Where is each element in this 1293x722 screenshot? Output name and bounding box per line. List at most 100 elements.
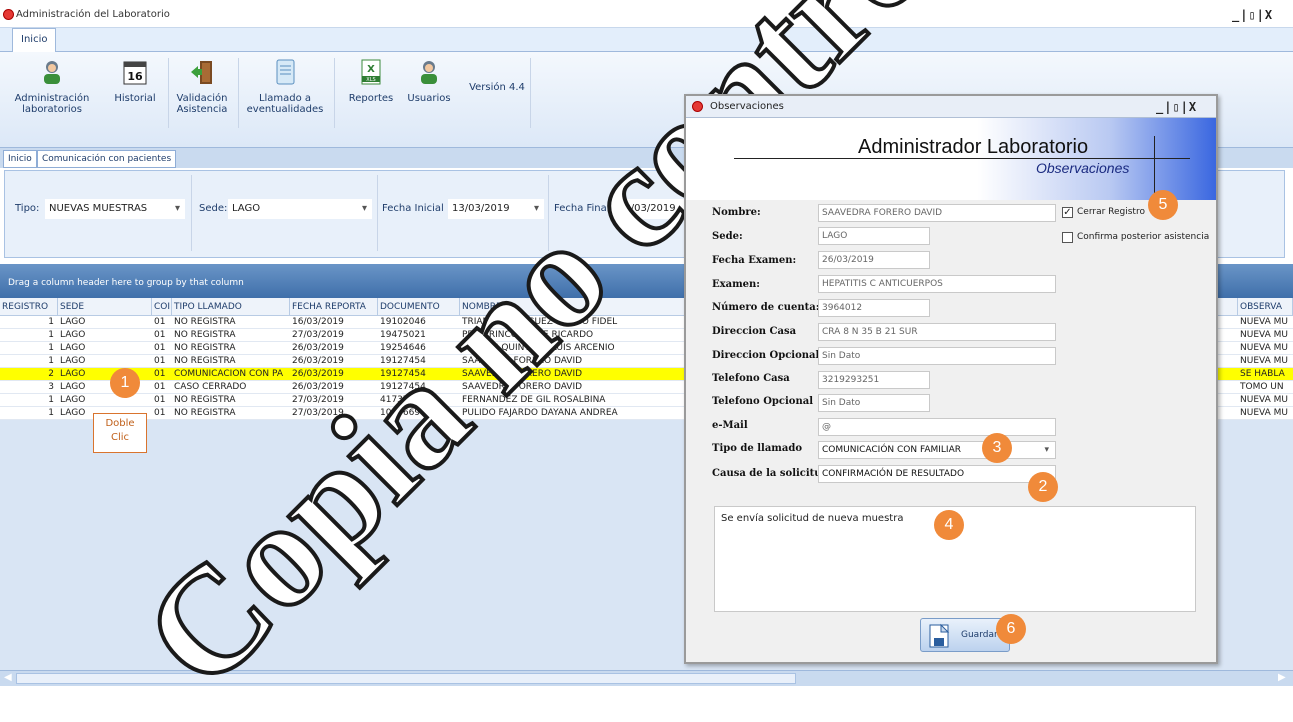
- table-cell: 27/03/2019: [292, 395, 344, 405]
- tab-inicio-doc[interactable]: Inicio: [3, 150, 37, 168]
- nombre-label: Nombre:: [712, 207, 761, 218]
- window-controls[interactable]: _|▯|X: [1232, 8, 1273, 22]
- dialog-window-controls[interactable]: _|▯|X: [1156, 100, 1197, 114]
- doble-label: Doble: [105, 418, 135, 429]
- excel-icon: X XLS: [361, 59, 381, 85]
- validacion-button[interactable]: Validación Asistencia: [172, 58, 232, 115]
- validacion-label2: Asistencia: [176, 104, 228, 115]
- step-badge-1: 1: [110, 368, 140, 398]
- table-cell: 01: [154, 408, 166, 418]
- email-field[interactable]: @: [818, 418, 1056, 436]
- table-cell: LAGO: [60, 343, 86, 353]
- column-header[interactable]: FECHA REPORTA: [290, 298, 378, 316]
- table-cell: 27/03/2019: [292, 330, 344, 340]
- sede-field-label: Sede:: [712, 231, 743, 242]
- table-cell: 1028669783: [380, 408, 438, 418]
- save-disk-icon: [929, 623, 950, 648]
- fecha-examen-label: Fecha Examen:: [712, 255, 797, 266]
- historial-label1: Historial: [114, 93, 156, 104]
- reportes-button[interactable]: X XLS Reportes: [344, 58, 398, 104]
- horizontal-scrollbar[interactable]: ◀ ▶: [0, 670, 1293, 686]
- telefono-opcional-field[interactable]: Sin Dato: [818, 394, 930, 412]
- ribbon-separator: [334, 58, 335, 128]
- column-header[interactable]: SEDE: [58, 298, 152, 316]
- ribbon-separator: [238, 58, 239, 128]
- tipo-select[interactable]: NUEVAS MUESTRAS ▾: [45, 199, 185, 219]
- scroll-right-icon[interactable]: ▶: [1278, 672, 1286, 683]
- sede-field[interactable]: LAGO: [818, 227, 930, 245]
- direccion-casa-field[interactable]: CRA 8 N 35 B 21 SUR: [818, 323, 1056, 341]
- direccion-opcional-field[interactable]: Sin Dato: [818, 347, 1056, 365]
- telefono-casa-field[interactable]: 3219293251: [818, 371, 930, 389]
- table-cell: NO REGISTRA: [174, 343, 236, 353]
- dialog-titlebar: Observaciones _|▯|X: [686, 96, 1216, 118]
- cerrar-registro-checkbox[interactable]: ✓: [1062, 207, 1073, 218]
- tab-inicio[interactable]: Inicio: [12, 28, 57, 52]
- examen-field[interactable]: HEPATITIS C ANTICUERPOS: [818, 275, 1056, 293]
- historial-button[interactable]: 16 Historial: [110, 58, 160, 104]
- column-header[interactable]: COI: [152, 298, 172, 316]
- doble-clic-annotation: Doble Clic: [93, 413, 147, 453]
- banner-title: Administrador Laboratorio: [858, 136, 1089, 158]
- table-cell: 01: [154, 330, 166, 340]
- column-header[interactable]: REGISTRO: [0, 298, 58, 316]
- administracion-button[interactable]: Administración laboratorios: [4, 58, 100, 115]
- fecha-inicial-value: 13/03/2019: [452, 203, 510, 214]
- tab-comunicacion[interactable]: Comunicación con pacientes: [37, 150, 177, 168]
- llamado-button[interactable]: Llamado a eventualidades: [244, 58, 326, 115]
- llamado-label2: eventualidades: [246, 104, 324, 115]
- confirma-checkbox[interactable]: [1062, 232, 1073, 243]
- observacion-text: Se envía solicitud de nueva muestra: [721, 513, 904, 524]
- table-cell: NO REGISTRA: [174, 317, 236, 327]
- user-group-icon: [421, 61, 437, 84]
- svg-text:16: 16: [127, 70, 143, 83]
- table-cell: 1: [48, 317, 54, 327]
- direccion-opcional-label: Direccion Opcional: [712, 350, 820, 361]
- chevron-down-icon: ▾: [174, 203, 180, 214]
- causa-field[interactable]: CONFIRMACIÓN DE RESULTADO: [818, 465, 1056, 483]
- table-cell: 26/03/2019: [292, 382, 344, 392]
- tipo-llamado-select[interactable]: COMUNICACIÓN CON FAMILIAR ▾: [818, 441, 1056, 459]
- causa-label: Causa de la solicitud: [712, 468, 829, 479]
- guardar-label: Guardar: [961, 630, 998, 640]
- table-cell: 1: [48, 356, 54, 366]
- step-badge-6: 6: [996, 614, 1026, 644]
- table-cell: 27/03/2019: [292, 408, 344, 418]
- scroll-left-icon[interactable]: ◀: [4, 672, 12, 683]
- administracion-label2: laboratorios: [22, 104, 82, 115]
- ribbon-tabbar: Inicio: [0, 28, 1293, 52]
- table-cell: 19127454: [380, 356, 426, 366]
- tipo-llamado-value: COMUNICACIÓN CON FAMILIAR: [822, 445, 961, 455]
- cuenta-label: Número de cuenta:: [712, 302, 820, 313]
- table-cell: 01: [154, 317, 166, 327]
- sede-select[interactable]: LAGO ▾: [228, 199, 372, 219]
- banner-subtitle: Observaciones: [1036, 160, 1130, 176]
- svg-text:XLS: XLS: [366, 77, 375, 83]
- fecha-final-value: 28/03/2019: [618, 203, 676, 214]
- table-cell: 1: [48, 330, 54, 340]
- sede-label: Sede:: [199, 203, 228, 214]
- table-cell: 1: [48, 395, 54, 405]
- table-cell: LAGO: [60, 356, 86, 366]
- usuarios-button[interactable]: Usuarios: [404, 58, 454, 104]
- step-badge-5: 5: [1148, 190, 1178, 220]
- column-header[interactable]: TIPO LLAMADO: [172, 298, 290, 316]
- table-cell: TOMO UN: [1240, 382, 1284, 392]
- column-header[interactable]: OBSERVA: [1238, 298, 1293, 316]
- cuenta-field[interactable]: 3964012: [818, 299, 930, 317]
- fecha-final-input[interactable]: 28/03/2019: [614, 199, 686, 219]
- window-titlebar: Administración del Laboratorio _|▯|X: [0, 0, 1293, 28]
- fecha-inicial-input[interactable]: 13/03/2019 ▾: [448, 199, 544, 219]
- table-cell: NUEVA MU: [1240, 408, 1288, 418]
- cerrar-registro-label: Cerrar Registro: [1077, 207, 1145, 217]
- table-cell: 1: [48, 408, 54, 418]
- nombre-field[interactable]: SAAVEDRA FORERO DAVID: [818, 204, 1056, 222]
- fecha-examen-field[interactable]: 26/03/2019: [818, 251, 930, 269]
- table-cell: 3: [48, 382, 54, 392]
- scrollbar-thumb[interactable]: [16, 673, 796, 684]
- telefono-opcional-label: Telefono Opcional: [712, 396, 814, 407]
- examen-label: Examen:: [712, 279, 760, 290]
- filter-separator: [377, 175, 378, 251]
- column-header[interactable]: DOCUMENTO: [378, 298, 460, 316]
- table-cell: NUEVA MU: [1240, 343, 1288, 353]
